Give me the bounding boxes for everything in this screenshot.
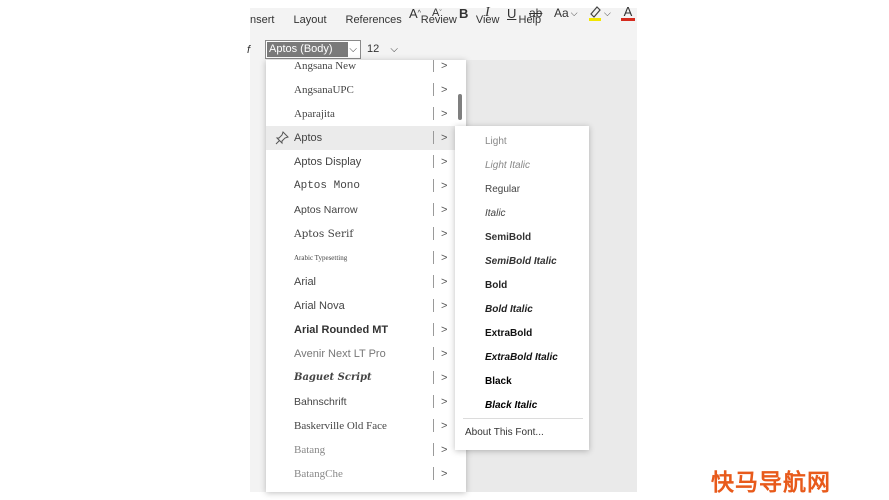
chevron-right-icon[interactable]: > — [441, 342, 447, 366]
chevron-down-icon: ⌵ — [570, 7, 578, 18]
font-dropdown-list[interactable]: Angsana New > AngsanaUPC > Aparajita > A… — [266, 60, 466, 492]
font-name-input[interactable]: Aptos (Body) — [267, 42, 348, 57]
chevron-right-icon[interactable]: > — [441, 414, 447, 438]
chevron-right-icon[interactable]: > — [441, 438, 447, 462]
font-color-icon: A — [623, 4, 633, 19]
change-case-icon: Aa — [554, 6, 569, 20]
strikethrough-button[interactable]: ab — [529, 0, 542, 26]
font-item-batangche[interactable]: BatangChe > — [266, 462, 454, 486]
highlighter-icon — [589, 6, 601, 21]
chevron-right-icon[interactable]: > — [441, 174, 447, 198]
font-item-aptos-display[interactable]: Aptos Display > — [266, 150, 454, 174]
about-this-font-item[interactable]: About This Font... — [465, 427, 544, 438]
grow-font-label: A — [409, 5, 418, 21]
style-bold-italic[interactable]: Bold Italic — [485, 304, 533, 315]
chevron-right-icon[interactable]: > — [441, 222, 447, 246]
menu-insert[interactable]: nsert — [250, 14, 274, 26]
shrink-font-label: A — [432, 7, 440, 19]
style-bold[interactable]: Bold — [485, 280, 507, 291]
font-name-box[interactable]: Aptos (Body) ⌵ — [265, 40, 361, 59]
font-item-angsanaupc[interactable]: AngsanaUPC > — [266, 78, 454, 102]
font-item-aptos-serif[interactable]: Aptos Serif > — [266, 222, 454, 246]
chevron-down-icon[interactable]: ⌵ — [349, 41, 357, 58]
font-item-arial-nova[interactable]: Arial Nova > — [266, 294, 454, 318]
change-case-button[interactable]: Aa ⌵ — [554, 0, 578, 26]
font-item-baskerville-old-face[interactable]: Baskerville Old Face > — [266, 414, 454, 438]
font-style-submenu[interactable]: Light Light Italic Regular Italic SemiBo… — [455, 126, 589, 450]
style-black[interactable]: Black — [485, 376, 512, 387]
grow-font-button[interactable]: A ^ — [409, 0, 421, 26]
svg-text:f: f — [247, 44, 251, 55]
italic-icon: I — [485, 5, 490, 20]
chevron-right-icon[interactable]: > — [441, 150, 447, 174]
chevron-right-icon[interactable]: > — [441, 102, 447, 126]
style-light-italic[interactable]: Light Italic — [485, 160, 530, 171]
style-extrabold[interactable]: ExtraBold — [485, 328, 532, 339]
font-item-arial[interactable]: Arial > — [266, 270, 454, 294]
font-item-angsana-new[interactable]: Angsana New > — [266, 60, 454, 78]
chevron-right-icon[interactable]: > — [441, 60, 447, 78]
shrink-font-button[interactable]: Aˇ — [432, 0, 442, 26]
bold-icon: B — [459, 5, 469, 21]
font-size-input[interactable]: 12 — [367, 43, 379, 55]
font-item-aptos-mono[interactable]: Aptos Mono > — [266, 174, 454, 198]
menu-bar: nsert Layout References Review View Help — [250, 8, 637, 32]
chevron-right-icon[interactable]: > — [441, 246, 447, 270]
style-italic[interactable]: Italic — [485, 208, 506, 219]
style-semibold[interactable]: SemiBold — [485, 232, 531, 243]
chevron-right-icon[interactable]: > — [441, 366, 447, 390]
italic-button[interactable]: I — [485, 0, 490, 26]
bold-button[interactable]: B — [459, 0, 468, 26]
chevron-right-icon[interactable]: > — [441, 198, 447, 222]
font-item-avenir-next-lt-pro[interactable]: Avenir Next LT Pro > — [266, 342, 454, 366]
underline-icon: U — [507, 5, 517, 21]
font-color-swatch — [621, 18, 635, 21]
font-item-aptos-narrow[interactable]: Aptos Narrow > — [266, 198, 454, 222]
style-light[interactable]: Light — [485, 136, 507, 147]
chevron-right-icon[interactable]: > — [441, 270, 447, 294]
toolbar-overflow-icon: f — [247, 36, 253, 62]
chevron-right-icon[interactable]: > — [441, 462, 447, 486]
font-item-arial-rounded-mt[interactable]: Arial Rounded MT > — [266, 318, 454, 342]
font-color-button[interactable]: A — [621, 0, 635, 26]
chevron-right-icon[interactable]: > — [441, 318, 447, 342]
style-regular[interactable]: Regular — [485, 184, 520, 195]
chevron-right-icon[interactable]: > — [441, 294, 447, 318]
caret-down-icon: ˇ — [439, 9, 442, 17]
font-item-batang[interactable]: Batang > — [266, 438, 454, 462]
font-item-arabic-typesetting[interactable]: Arabic Typesetting > — [266, 246, 454, 270]
menu-references[interactable]: References — [346, 14, 402, 26]
font-item-aparajita[interactable]: Aparajita > — [266, 102, 454, 126]
strikethrough-icon: ab — [529, 6, 543, 20]
font-item-bahnschrift[interactable]: Bahnschrift > — [266, 390, 454, 414]
pin-icon[interactable] — [275, 131, 289, 145]
style-semibold-italic[interactable]: SemiBold Italic — [485, 256, 557, 267]
caret-up-icon: ^ — [417, 9, 421, 17]
font-item-aptos[interactable]: Aptos > — [266, 126, 455, 150]
font-size-box[interactable]: 12 ⌵ — [365, 40, 401, 59]
chevron-down-icon[interactable]: ⌵ — [390, 40, 398, 59]
font-item-baguet-script[interactable]: Baguet Script > — [266, 366, 454, 390]
underline-button[interactable]: U — [507, 0, 516, 26]
style-extrabold-italic[interactable]: ExtraBold Italic — [485, 352, 558, 363]
screenshot: nsert Layout References Review View Help… — [0, 0, 889, 500]
highlight-button[interactable]: ⌵ — [588, 0, 611, 26]
font-list-scrollbar[interactable] — [458, 94, 462, 120]
site-watermark: 快马导航网 — [711, 470, 831, 496]
style-black-italic[interactable]: Black Italic — [485, 400, 537, 411]
chevron-right-icon[interactable]: > — [441, 390, 447, 414]
chevron-down-icon: ⌵ — [604, 7, 611, 18]
menu-layout[interactable]: Layout — [293, 14, 326, 26]
chevron-right-icon[interactable]: > — [441, 78, 447, 102]
chevron-right-icon[interactable]: > — [441, 126, 447, 150]
submenu-divider — [463, 418, 583, 419]
